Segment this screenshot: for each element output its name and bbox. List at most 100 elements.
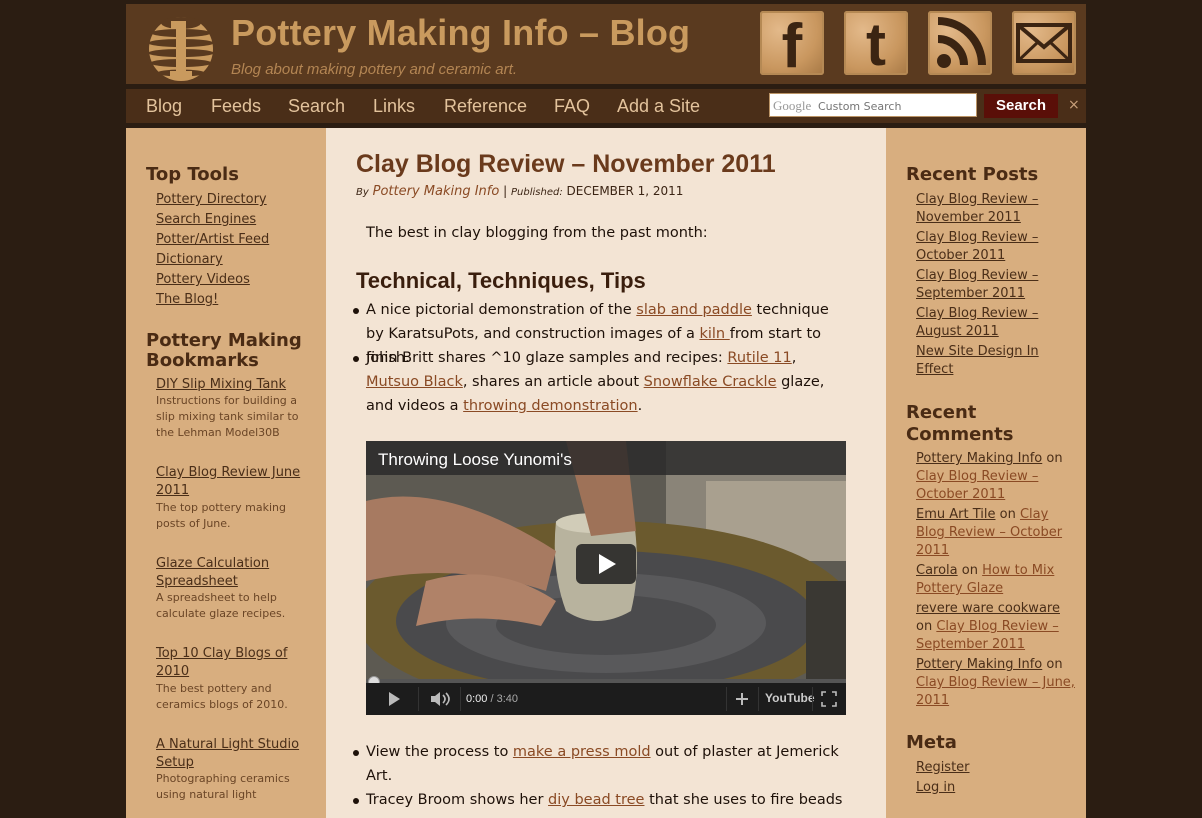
link-throwing-demonstration[interactable]: throwing demonstration — [463, 398, 637, 414]
text: that she uses to fire beads — [644, 792, 843, 808]
nav-search[interactable]: Search — [288, 96, 345, 117]
comment-author-link[interactable]: Pottery Making Info — [916, 451, 1042, 466]
comment-item: Emu Art Tile on Clay Blog Review – Octob… — [916, 506, 1076, 560]
right-sidebar: Recent Posts Clay Blog Review – November… — [886, 128, 1086, 818]
comment-post-link[interactable]: Clay Blog Review – June, 2011 — [916, 675, 1075, 708]
youtube-logo[interactable]: YouTube — [765, 691, 815, 705]
search-button[interactable]: Search — [984, 94, 1058, 118]
video-controls: 0:00 / 3:40 YouTube — [366, 683, 846, 715]
page-wrapper: Pottery Making Info – Blog Blog about ma… — [126, 0, 1086, 818]
time-separator: / — [487, 693, 497, 705]
tool-link-pottery-directory[interactable]: Pottery Directory — [156, 191, 267, 209]
meta-register-link[interactable]: Register — [916, 759, 970, 777]
site-title[interactable]: Pottery Making Info – Blog — [231, 12, 690, 54]
tool-link-potter-feed[interactable]: Potter/Artist Feed — [156, 231, 269, 249]
tool-link-pottery-videos[interactable]: Pottery Videos — [156, 271, 250, 289]
site-header: Pottery Making Info – Blog Blog about ma… — [126, 4, 1086, 84]
comment-author-link[interactable]: Pottery Making Info — [916, 657, 1042, 672]
nav-reference[interactable]: Reference — [444, 96, 527, 117]
comment-item: Carola on How to Mix Pottery Glaze — [916, 562, 1076, 598]
bookmark-link[interactable]: Clay Blog Review June 2011 — [156, 464, 316, 500]
nav-links[interactable]: Links — [373, 96, 415, 117]
meta-login-link[interactable]: Log in — [916, 779, 955, 797]
nav-add-a-site[interactable]: Add a Site — [617, 96, 700, 117]
text: A nice pictorial demonstration of the — [366, 302, 637, 318]
post-intro: The best in clay blogging from the past … — [366, 225, 708, 241]
comment-author-link[interactable]: revere ware cookware — [916, 601, 1060, 616]
play-button[interactable] — [576, 544, 636, 584]
post-author-link[interactable]: Pottery Making Info — [373, 184, 500, 199]
nav-faq[interactable]: FAQ — [554, 96, 590, 117]
bookmark-link[interactable]: Top 10 Clay Blogs of 2010 — [156, 645, 316, 681]
site-tagline: Blog about making pottery and ceramic ar… — [231, 61, 517, 78]
link-rutile-11[interactable]: Rutile 11 — [727, 350, 791, 366]
divider — [726, 687, 727, 711]
divider — [758, 687, 759, 711]
post-byline: By Pottery Making Info | Published: DECE… — [356, 184, 684, 199]
comment-item: Pottery Making Info on Clay Blog Review … — [916, 656, 1076, 710]
comment-post-link[interactable]: Clay Blog Review – September 2011 — [916, 619, 1059, 652]
tool-link-the-blog[interactable]: The Blog! — [156, 291, 218, 309]
comment-on: on — [961, 563, 978, 578]
email-icon[interactable] — [1012, 11, 1076, 75]
main-nav: Blog Feeds Search Links Reference FAQ Ad… — [126, 89, 1086, 123]
link-kiln[interactable]: kiln — [699, 326, 729, 342]
twitter-icon[interactable]: t — [844, 11, 908, 75]
link-snowflake-crackle[interactable]: Snowflake Crackle — [644, 374, 777, 390]
bookmark-link[interactable]: Glaze Calculation Spreadsheet — [156, 555, 316, 591]
link-mutsuo-black[interactable]: Mutsuo Black — [366, 374, 463, 390]
video-player[interactable]: Throwing Loose Yunomi's 0:00 / 3:40 YouT… — [366, 441, 846, 715]
bookmark-desc: Instructions for building a slip mixing … — [156, 394, 299, 439]
search-field-wrapper: Google — [769, 93, 980, 118]
bookmark-link[interactable]: DIY Slip Mixing Tank — [156, 376, 316, 394]
bookmarks-heading: Pottery Making Bookmarks — [146, 330, 302, 371]
facebook-icon[interactable]: f — [760, 11, 824, 75]
rss-icon[interactable] — [928, 11, 992, 75]
tool-link-search-engines[interactable]: Search Engines — [156, 211, 256, 229]
text: , shares an article about — [462, 374, 644, 390]
top-tools-heading: Top Tools — [146, 164, 239, 185]
text: John Britt shares ^10 glaze samples and … — [366, 350, 728, 366]
bookmark-link[interactable]: A Natural Light Studio Setup — [156, 736, 316, 772]
text: , — [791, 350, 797, 366]
comment-author-link[interactable]: Carola — [916, 563, 958, 578]
link-diy-bead-tree[interactable]: diy bead tree — [548, 792, 644, 808]
video-title[interactable]: Throwing Loose Yunomi's — [378, 450, 572, 470]
comment-author-link[interactable]: Emu Art Tile — [916, 507, 995, 522]
nav-blog[interactable]: Blog — [146, 96, 182, 117]
post-title[interactable]: Clay Blog Review – November 2011 — [356, 150, 776, 179]
comment-post-link[interactable]: Clay Blog Review – October 2011 — [916, 469, 1038, 502]
search-input[interactable] — [816, 94, 980, 118]
google-brand: Google — [773, 98, 812, 113]
list-item: View the process to make a press mold ou… — [353, 740, 846, 788]
comment-on: on — [999, 507, 1016, 522]
volume-icon[interactable] — [430, 691, 454, 707]
svg-text:f: f — [782, 12, 803, 75]
meta-heading: Meta — [906, 732, 957, 753]
text: View the process to — [366, 744, 513, 760]
site-logo[interactable] — [146, 11, 216, 81]
post-date: DECEMBER 1, 2011 — [566, 184, 684, 198]
plus-icon[interactable] — [735, 692, 749, 706]
play-icon[interactable] — [386, 691, 402, 707]
recent-post-link[interactable]: Clay Blog Review – October 2011 — [916, 229, 1076, 265]
nav-feeds[interactable]: Feeds — [211, 96, 261, 117]
recent-post-link[interactable]: Clay Blog Review – August 2011 — [916, 305, 1076, 341]
recent-post-link[interactable]: New Site Design In Effect — [916, 343, 1076, 379]
text: Tracey Broom shows her — [366, 792, 549, 808]
close-icon[interactable]: × — [1068, 97, 1080, 113]
link-slab-and-paddle[interactable]: slab and paddle — [636, 302, 752, 318]
link-make-a-press-mold[interactable]: make a press mold — [513, 744, 651, 760]
tool-link-dictionary[interactable]: Dictionary — [156, 251, 223, 269]
divider — [812, 687, 813, 711]
time-current: 0:00 — [466, 693, 488, 705]
recent-posts-heading: Recent Posts — [906, 164, 1039, 185]
recent-post-link[interactable]: Clay Blog Review – September 2011 — [916, 267, 1076, 303]
fullscreen-icon[interactable] — [821, 691, 837, 707]
svg-text:t: t — [866, 11, 886, 75]
video-title-bar: Throwing Loose Yunomi's — [366, 441, 846, 475]
comment-on: on — [1046, 657, 1063, 672]
comment-on: on — [916, 619, 933, 634]
text: . — [637, 398, 643, 414]
recent-post-link[interactable]: Clay Blog Review – November 2011 — [916, 191, 1076, 227]
